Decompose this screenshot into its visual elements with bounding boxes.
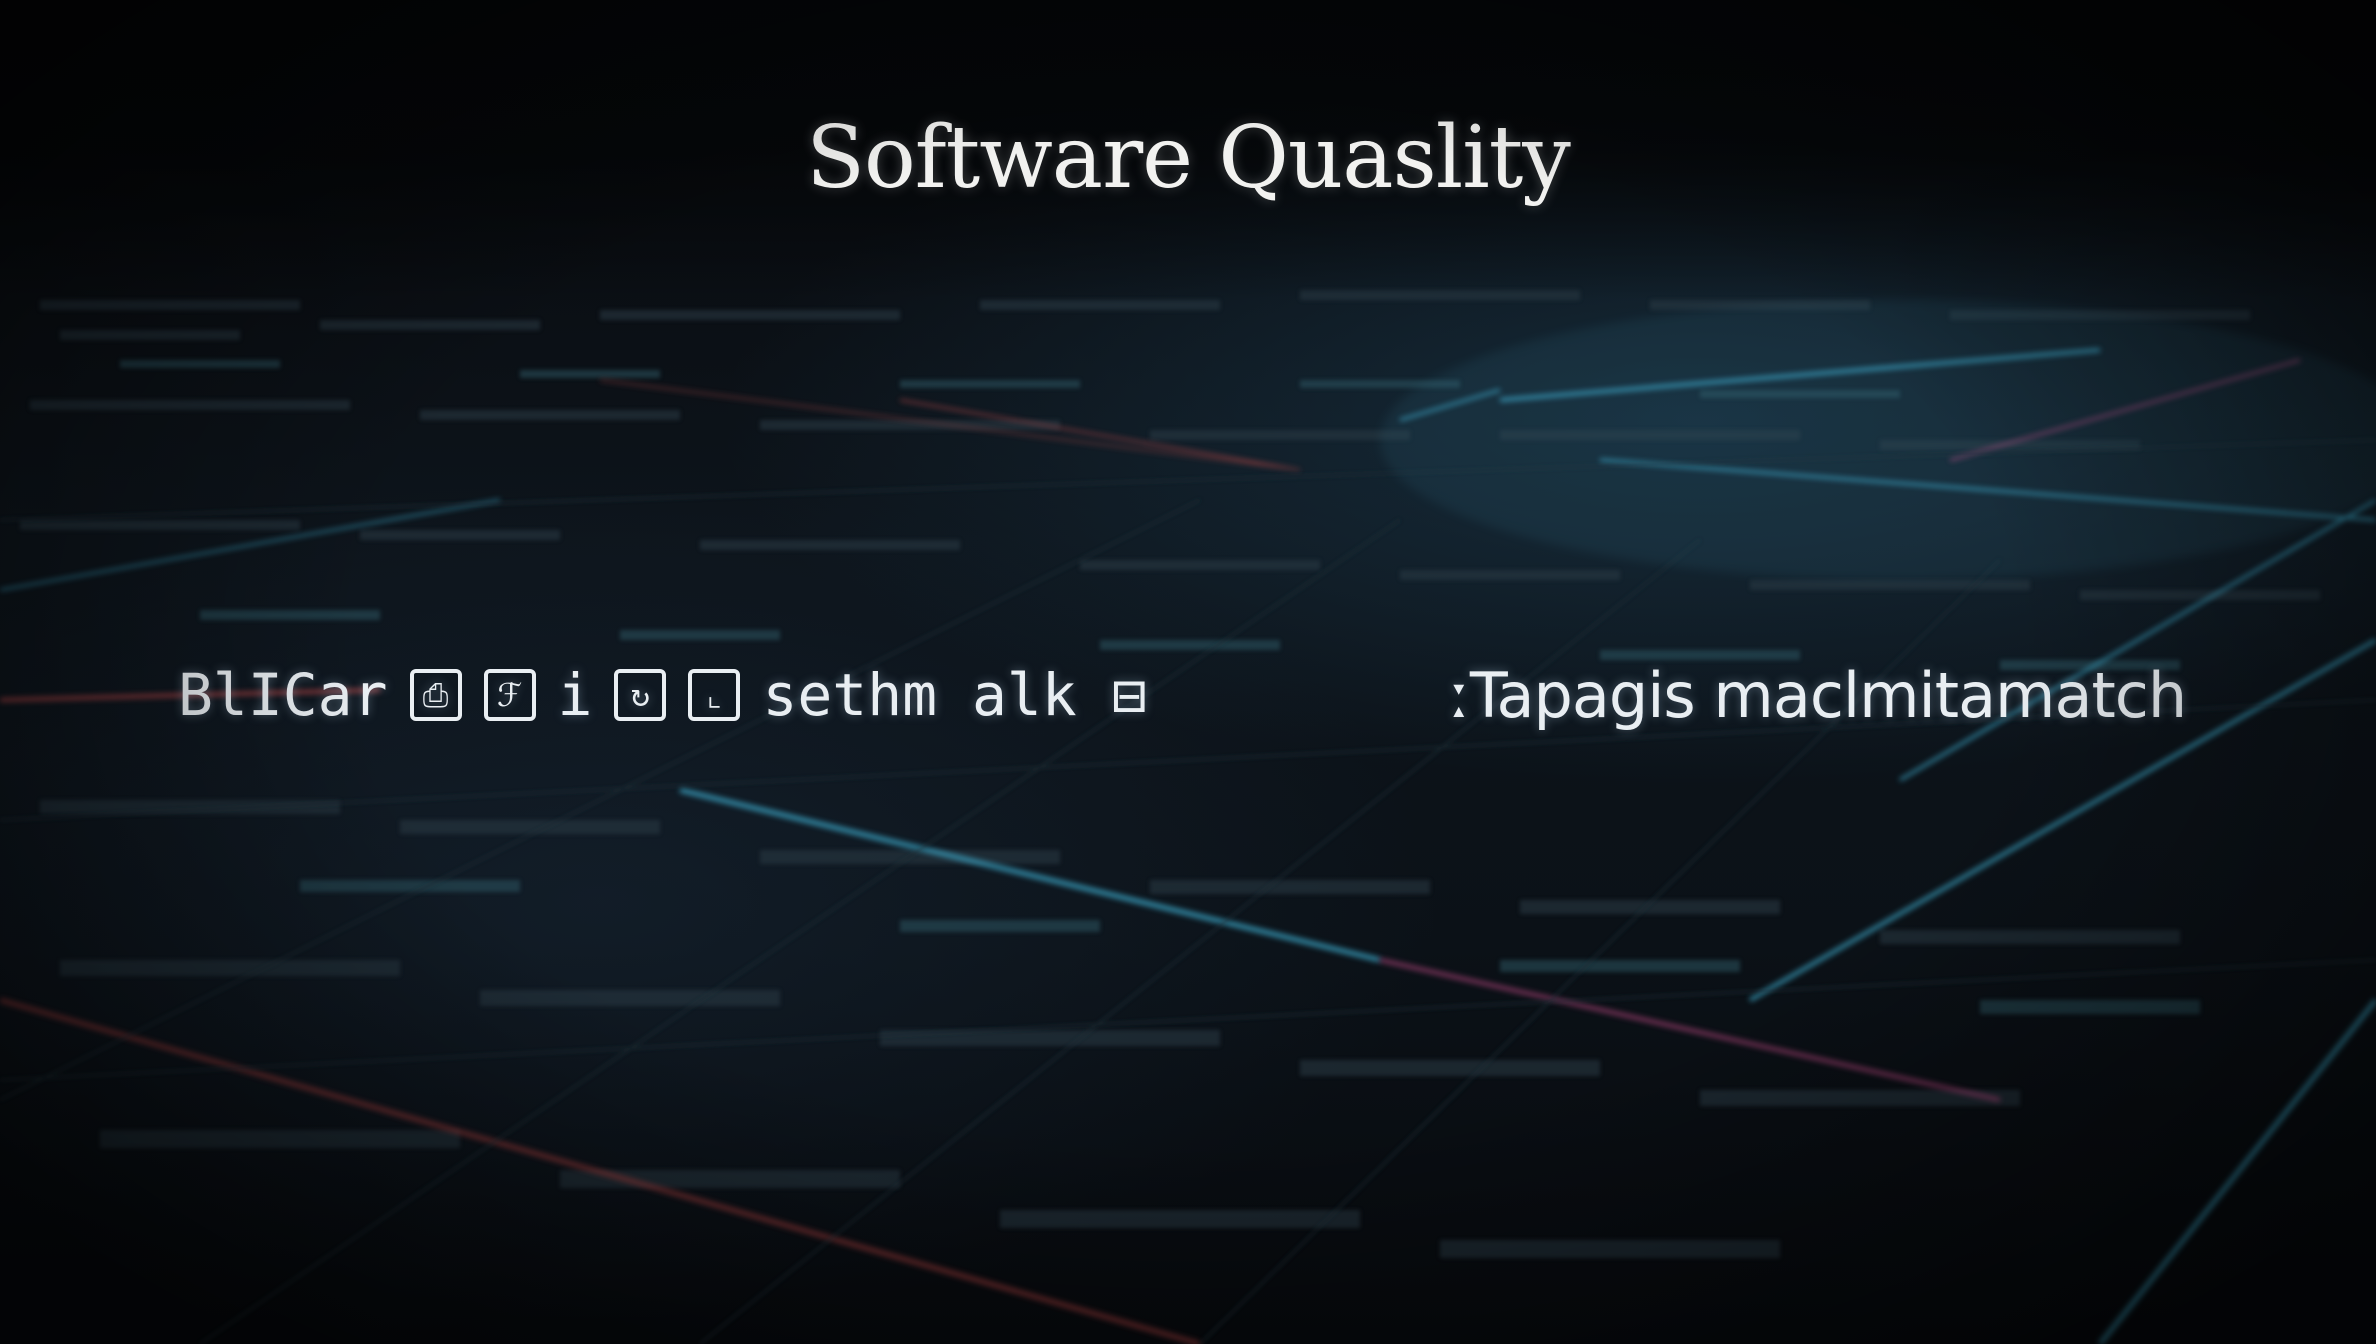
scene: Software Quaslity BlICar ⎙ ℱ i ↻ ⌞ sethm… xyxy=(0,0,2376,1344)
refresh-glyph-icon: ↻ xyxy=(614,669,667,721)
caption-left-lead: BlICar xyxy=(178,661,388,729)
caption-left: BlICar ⎙ ℱ i ↻ ⌞ sethm alk ⊟ xyxy=(178,655,1147,735)
caption-left-tail: sethm alk ⊟ xyxy=(762,661,1147,729)
corner-glyph-icon: ⌞ xyxy=(688,669,741,721)
page-title: Software Quaslity xyxy=(806,108,1571,208)
square-glyph-icon: ⎙ xyxy=(409,669,462,721)
caption-left-i: i xyxy=(557,661,593,729)
caption-right: ːTapagis maclmitamatch xyxy=(1450,658,2187,732)
script-glyph-icon: ℱ xyxy=(483,669,536,721)
